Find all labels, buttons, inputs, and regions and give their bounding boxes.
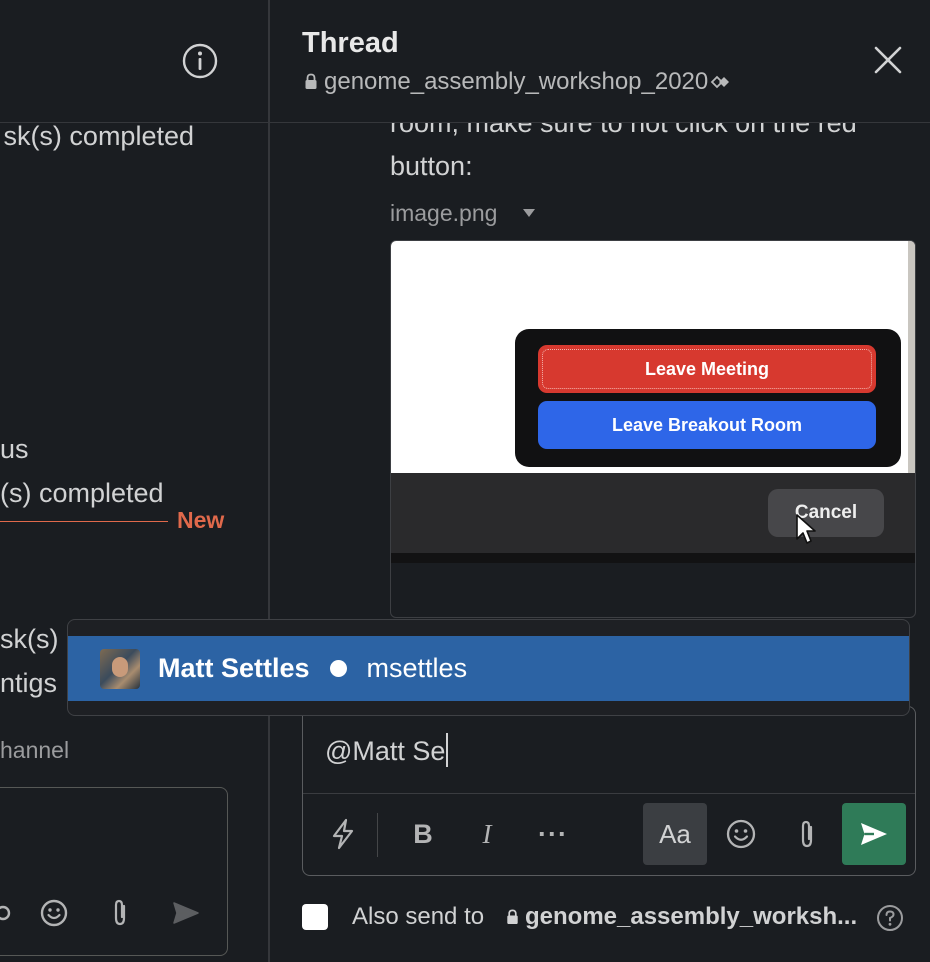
send-icon [861,823,887,845]
info-icon[interactable] [181,42,219,80]
channel-message-text: ntigs [0,668,58,698]
paperclip-icon[interactable] [105,898,135,928]
message-text: button: [390,151,473,181]
channel-message-text: sk(s) completed [3,121,194,151]
also-send-label: Also send to [352,903,485,930]
lock-icon [507,909,518,924]
also-send-channel-name: genome_assembly_worksh... [525,903,858,930]
caret-down-icon[interactable] [523,209,535,218]
italic-button[interactable]: I [455,803,519,865]
channel-composer[interactable] [0,787,228,956]
shortcuts-button[interactable] [311,803,375,865]
message-input-value: @Matt Se [325,736,446,766]
emoji-icon[interactable] [39,898,69,928]
lightning-icon [332,818,354,850]
presence-active-icon [329,660,347,677]
format-icon[interactable] [0,898,18,928]
thread-channel-link[interactable]: genome_assembly_workshop_2020 [304,68,730,96]
leave-breakout-room-button: Leave Breakout Room [538,401,876,449]
mention-handle: msettles [366,653,468,683]
lock-icon [305,73,317,89]
toolbar-separator [377,813,378,857]
message-input[interactable]: @Matt Se [325,733,449,767]
composer-divider [303,793,915,794]
image-attachment[interactable]: Leave Meeting Leave Breakout Room Cancel [390,240,916,618]
also-send-channel: genome_assembly_worksh... [506,903,857,931]
thread-pane: room, make sure to not click on the red … [270,0,930,962]
image-preview: Leave Meeting Leave Breakout Room Cancel [391,241,915,563]
mouse-cursor-icon [796,514,816,544]
mention-suggestion[interactable]: Matt Settles msettles [68,636,909,701]
bold-label: B [413,818,433,849]
thread-composer[interactable]: @Matt Se B I ··· Aa [302,706,916,876]
channel-pane: sk(s) completed us (s) completed New sk(… [0,0,269,962]
more-formatting-button[interactable]: ··· [521,803,585,865]
send-icon[interactable] [171,898,201,928]
channel-message-text: us [0,434,29,464]
emoji-button[interactable] [709,803,773,865]
also-send-checkbox[interactable] [302,904,328,930]
bold-button[interactable]: B [391,803,455,865]
file-name[interactable]: image.png [390,200,497,227]
format-toggle-button[interactable]: Aa [643,803,707,865]
avatar [100,648,140,689]
thread-header: Thread genome_assembly_workshop_2020 [270,0,930,123]
thread-title: Thread [302,27,399,59]
italic-label: I [482,818,492,849]
channel-diamond-icon [710,75,730,89]
paperclip-icon [801,820,813,848]
thread-channel-name: genome_assembly_workshop_2020 [324,68,709,95]
mention-name: Matt Settles [158,653,310,683]
leave-breakout-label: Leave Breakout Room [611,414,803,435]
zoom-leave-dialog: Leave Meeting Leave Breakout Room [515,329,901,467]
send-button[interactable] [842,803,906,865]
emoji-icon [726,819,756,849]
close-icon[interactable] [870,42,906,78]
mention-autocomplete: Matt Settles msettles [67,619,910,716]
more-label: ··· [538,818,568,849]
format-toggle-label: Aa [659,818,691,849]
channel-placeholder-text: hannel [0,737,70,763]
cancel-button: Cancel [768,489,884,537]
image-shadow [391,553,915,563]
text-caret [446,733,449,767]
new-messages-divider [0,521,168,522]
new-messages-label: New [177,507,225,533]
help-icon[interactable] [876,904,904,932]
channel-message-text: (s) completed [0,478,164,508]
also-send-row: Also send to genome_assembly_worksh... [302,898,922,938]
attach-button[interactable] [775,803,839,865]
leave-meeting-button: Leave Meeting [538,345,876,393]
channel-header [0,0,269,123]
